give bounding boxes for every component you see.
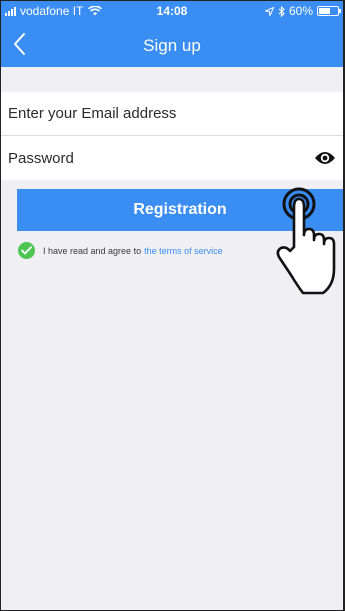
email-field-row[interactable] <box>1 92 343 136</box>
status-right: 60% <box>264 4 341 18</box>
email-field[interactable] <box>8 105 308 122</box>
agreement-text: I have read and agree to <box>43 245 142 256</box>
status-bar: vodafone IT 14:08 60% <box>1 1 343 21</box>
password-field[interactable] <box>8 149 308 167</box>
checkmark-circle-icon[interactable] <box>18 242 35 259</box>
battery-fill <box>319 8 330 14</box>
location-arrow-icon <box>264 6 274 16</box>
password-field-row[interactable] <box>1 136 343 180</box>
battery-percent: 60% <box>288 4 313 18</box>
battery-icon <box>317 6 341 16</box>
top-bar: vodafone IT 14:08 60% Sign up <box>1 1 343 67</box>
phone-screen: vodafone IT 14:08 60% Sign up Enter your… <box>0 0 345 611</box>
terms-agreement-row: I have read and agree to the terms of se… <box>18 242 223 259</box>
navigation-bar: Sign up <box>1 23 343 67</box>
page-title: Sign up <box>143 36 201 55</box>
eye-icon[interactable] <box>314 150 336 166</box>
hand-pointer-icon <box>276 187 336 295</box>
terms-of-service-link[interactable]: the terms of service <box>144 246 223 256</box>
bluetooth-icon <box>278 5 285 17</box>
